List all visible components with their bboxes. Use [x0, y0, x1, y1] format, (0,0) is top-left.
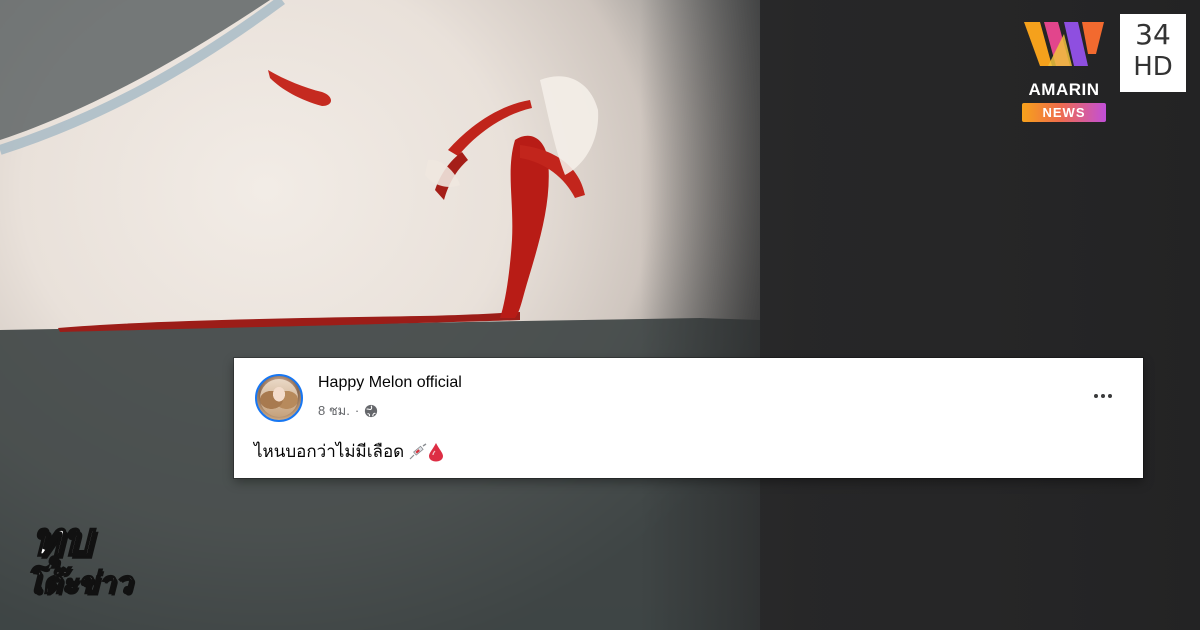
channel-badge: 34 HD	[1120, 14, 1186, 92]
post-message-text: ไหนบอกว่าไม่มีเลือด	[254, 442, 405, 461]
news-badge: NEWS	[1022, 103, 1106, 122]
avatar[interactable]	[255, 374, 303, 422]
more-options-icon[interactable]	[1091, 384, 1115, 408]
page-name-link[interactable]: Happy Melon official	[318, 374, 462, 392]
meta-separator: ·	[354, 403, 360, 418]
amarin-mark-icon	[1024, 22, 1104, 66]
amarin-wordmark: AMARIN	[1028, 80, 1100, 99]
more-dot	[1108, 394, 1112, 398]
show-logo-line1: ทุบ	[31, 512, 93, 566]
post-message: ไหนบอกว่าไม่มีเลือด	[254, 438, 444, 465]
post-meta: 8 ชม. ·	[318, 400, 378, 421]
channel-suffix: HD	[1133, 52, 1173, 82]
more-dot	[1094, 394, 1098, 398]
amarin-brand: AMARIN NEWS	[1018, 14, 1110, 124]
show-logo-line2: โต๊ะข่าว	[25, 565, 132, 602]
channel-number: 34	[1135, 18, 1171, 51]
show-logo: ทุบ โต๊ะข่าว	[25, 512, 138, 610]
more-dot	[1101, 394, 1105, 398]
drop-of-blood-icon	[429, 442, 444, 461]
post-timestamp[interactable]: 8 ชม.	[318, 400, 350, 421]
post-emojis	[408, 442, 444, 462]
globe-icon	[365, 404, 378, 417]
avatar-photo	[260, 379, 298, 417]
amarin-news-logo: AMARIN NEWS 34 HD	[1018, 14, 1190, 126]
news-thumbnail: AMARIN NEWS 34 HD Happy Melon official 8…	[0, 0, 1200, 630]
syringe-icon	[409, 442, 427, 459]
facebook-post-card: Happy Melon official 8 ชม. · ไหนบอกว่าไม…	[234, 358, 1143, 478]
